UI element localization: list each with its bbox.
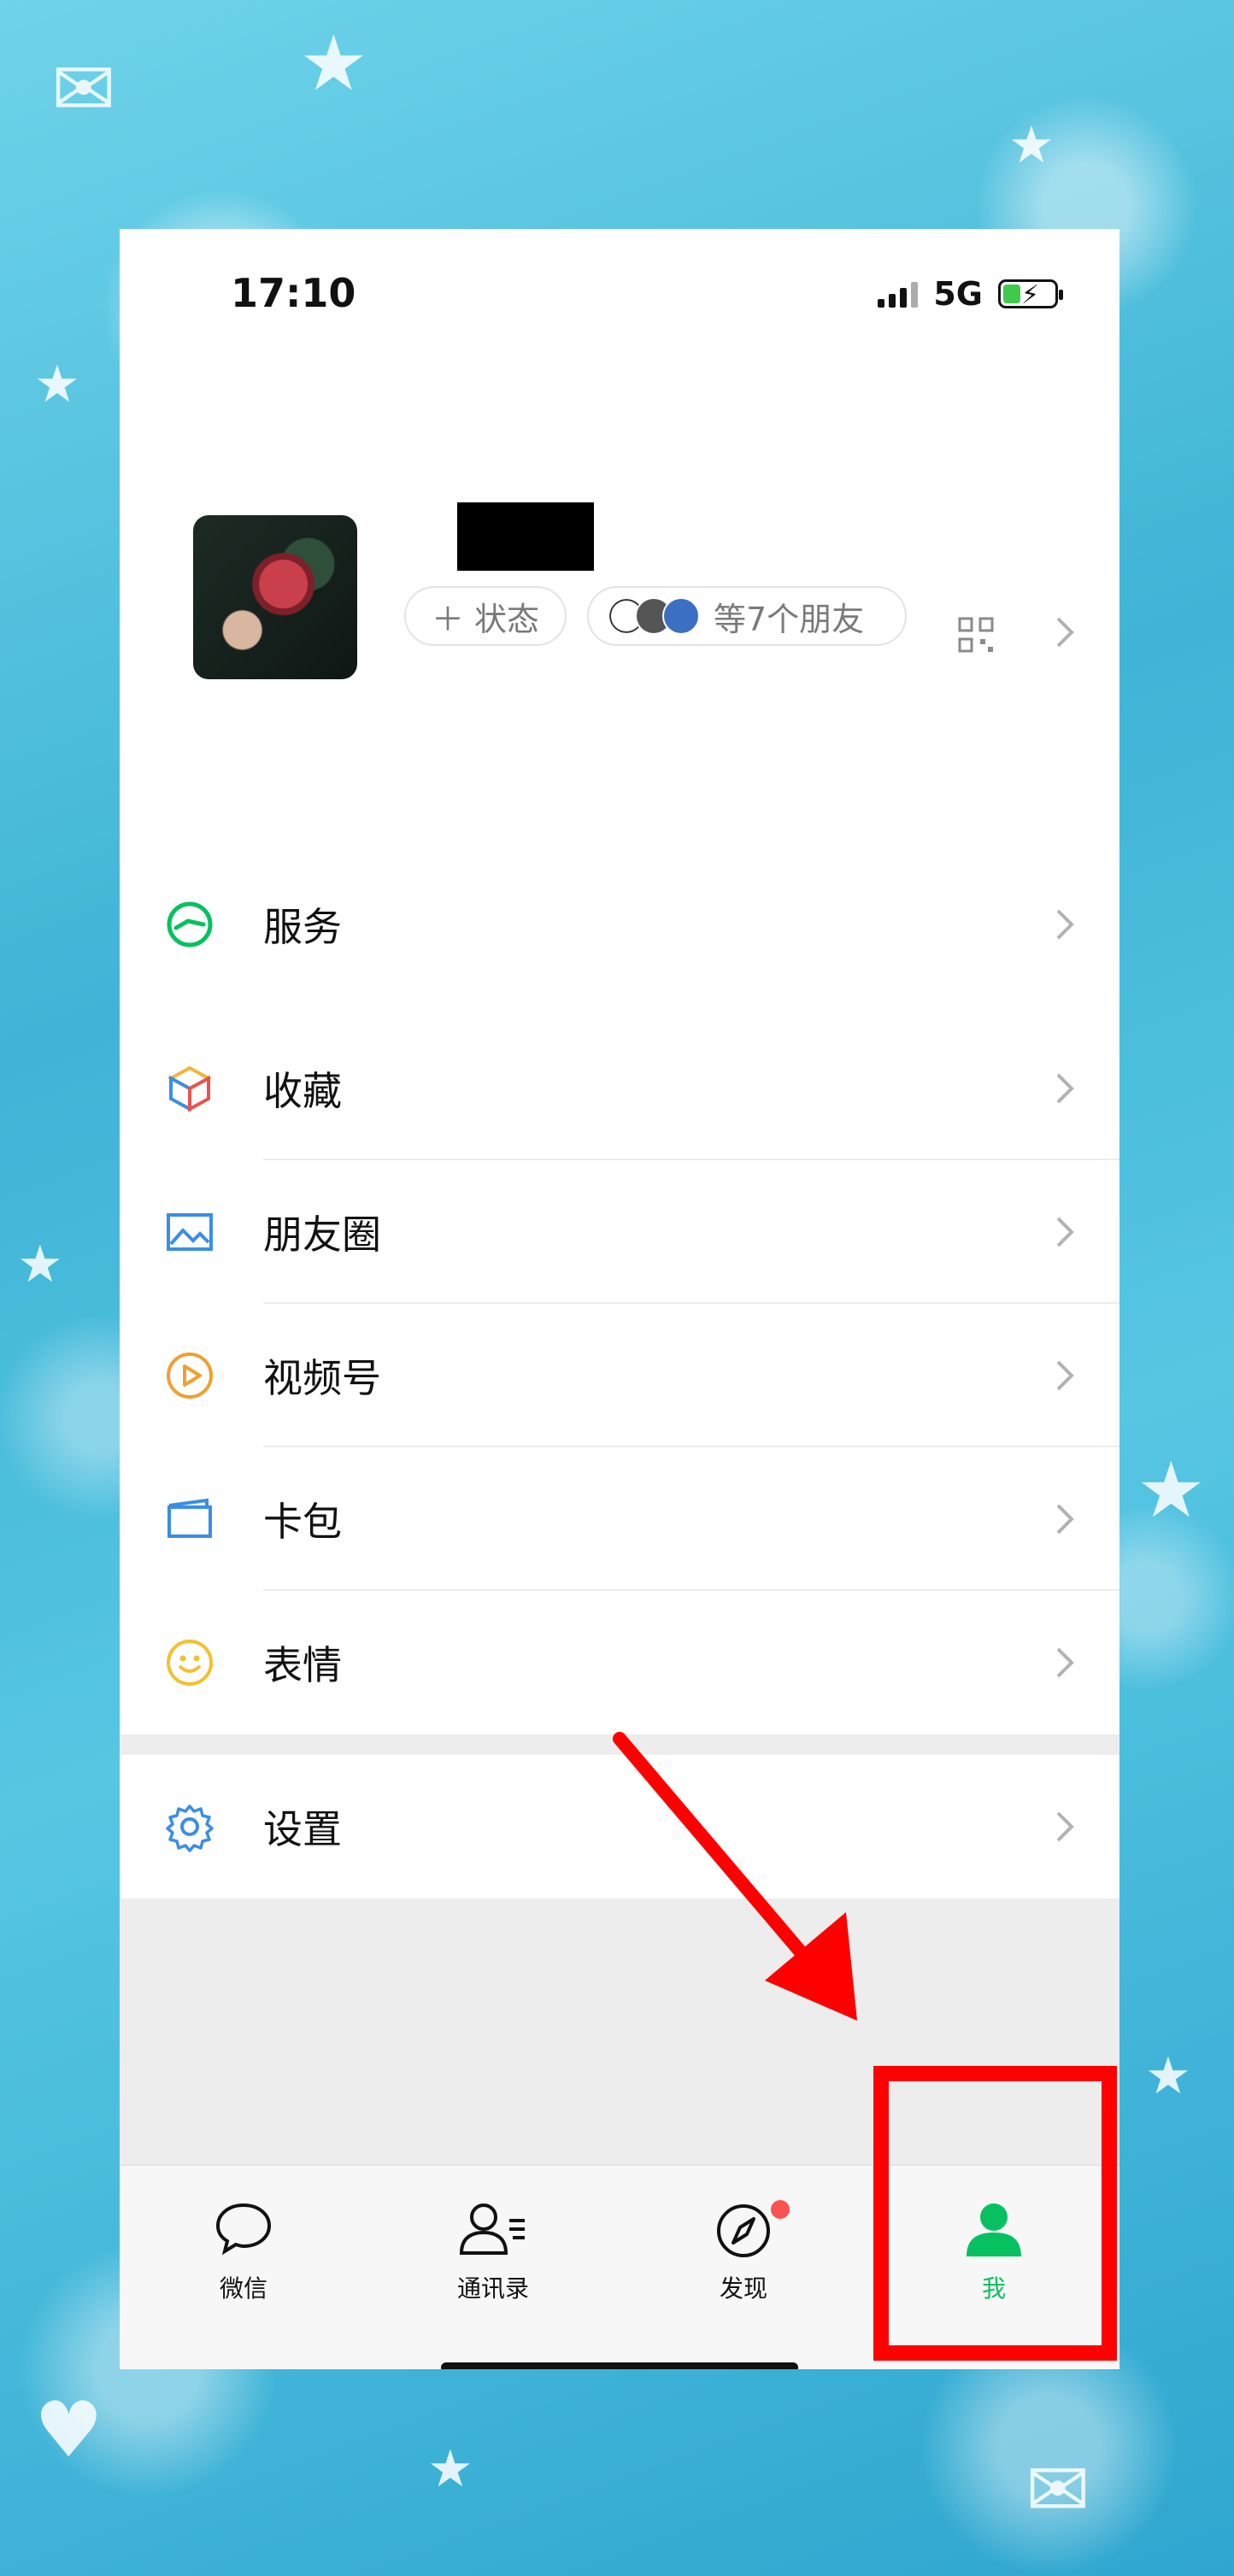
annotation-highlight-box <box>873 2066 1117 2361</box>
